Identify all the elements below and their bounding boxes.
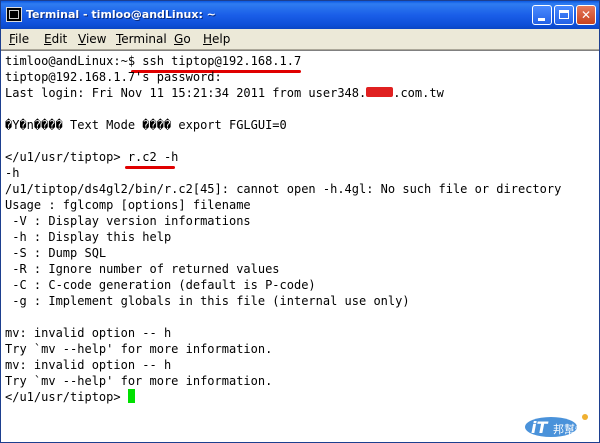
terminal-line: /u1/tiptop/ds4gl2/bin/r.c2[45]: cannot o… bbox=[5, 182, 562, 196]
redaction-mark bbox=[366, 87, 394, 97]
terminal-cursor bbox=[127, 389, 135, 403]
terminal-line: -h : Display this help bbox=[5, 230, 172, 244]
menu-bar: File Edit View Terminal Go Help bbox=[1, 29, 599, 50]
ithome-watermark-logo: iT 邦幫忙 bbox=[525, 414, 588, 437]
highlight-underline bbox=[125, 166, 175, 169]
terminal-line: -R : Ignore number of returned values bbox=[5, 262, 280, 276]
login-text: Last login: Fri Nov 11 15:21:34 2011 fro… bbox=[5, 86, 367, 100]
menu-file[interactable]: File bbox=[9, 32, 29, 46]
terminal-line: timloo@andLinux:~$ ssh tiptop@192.168.1.… bbox=[5, 54, 302, 68]
terminal-line: Last login: Fri Nov 11 15:21:34 2011 fro… bbox=[5, 85, 444, 101]
window-title: Terminal - timloo@andLinux: ~ bbox=[26, 8, 216, 21]
menu-help[interactable]: Help bbox=[203, 32, 230, 46]
terminal-line: -g : Implement globals in this file (int… bbox=[5, 294, 410, 308]
terminal-line: -C : C-code generation (default is P-cod… bbox=[5, 278, 316, 292]
menu-view[interactable]: View bbox=[78, 32, 106, 46]
terminal-window: Terminal - timloo@andLinux: ~ ✕ File Edi… bbox=[0, 0, 600, 443]
terminal-line: tiptop@192.168.1.7's password: bbox=[5, 70, 222, 84]
terminal-icon[interactable] bbox=[6, 7, 22, 22]
watermark-brand: iT bbox=[531, 418, 548, 437]
menu-edit[interactable]: Edit bbox=[44, 32, 67, 46]
login-host-suffix: .com.tw bbox=[393, 86, 444, 100]
watermark-subtext: 邦幫忙 bbox=[553, 422, 586, 436]
terminal-line: -S : Dump SQL bbox=[5, 246, 107, 260]
minimize-button[interactable] bbox=[532, 5, 552, 25]
terminal-line: -V : Display version informations bbox=[5, 214, 251, 228]
terminal-line: Try `mv --help' for more information. bbox=[5, 374, 273, 388]
terminal-line: �Y�n���� Text Mode ���� export FGLGUI=0 bbox=[5, 118, 287, 132]
terminal-line: mv: invalid option -- h bbox=[5, 358, 172, 372]
terminal-line: Try `mv --help' for more information. bbox=[5, 342, 273, 356]
close-button[interactable]: ✕ bbox=[576, 5, 596, 25]
title-bar[interactable]: Terminal - timloo@andLinux: ~ ✕ bbox=[1, 1, 599, 29]
terminal-prompt-line[interactable]: </u1/usr/tiptop> bbox=[5, 389, 135, 405]
terminal-line: </u1/usr/tiptop> r.c2 -h bbox=[5, 150, 179, 164]
maximize-button[interactable] bbox=[554, 5, 574, 25]
prompt-text: </u1/usr/tiptop> bbox=[5, 390, 128, 404]
terminal-output[interactable]: timloo@andLinux:~$ ssh tiptop@192.168.1.… bbox=[1, 50, 599, 442]
menu-terminal[interactable]: Terminal bbox=[116, 32, 167, 46]
terminal-line: mv: invalid option -- h bbox=[5, 326, 172, 340]
terminal-line: Usage : fglcomp [options] filename bbox=[5, 198, 251, 212]
menu-go[interactable]: Go bbox=[174, 32, 191, 46]
terminal-line: -h bbox=[5, 166, 20, 180]
